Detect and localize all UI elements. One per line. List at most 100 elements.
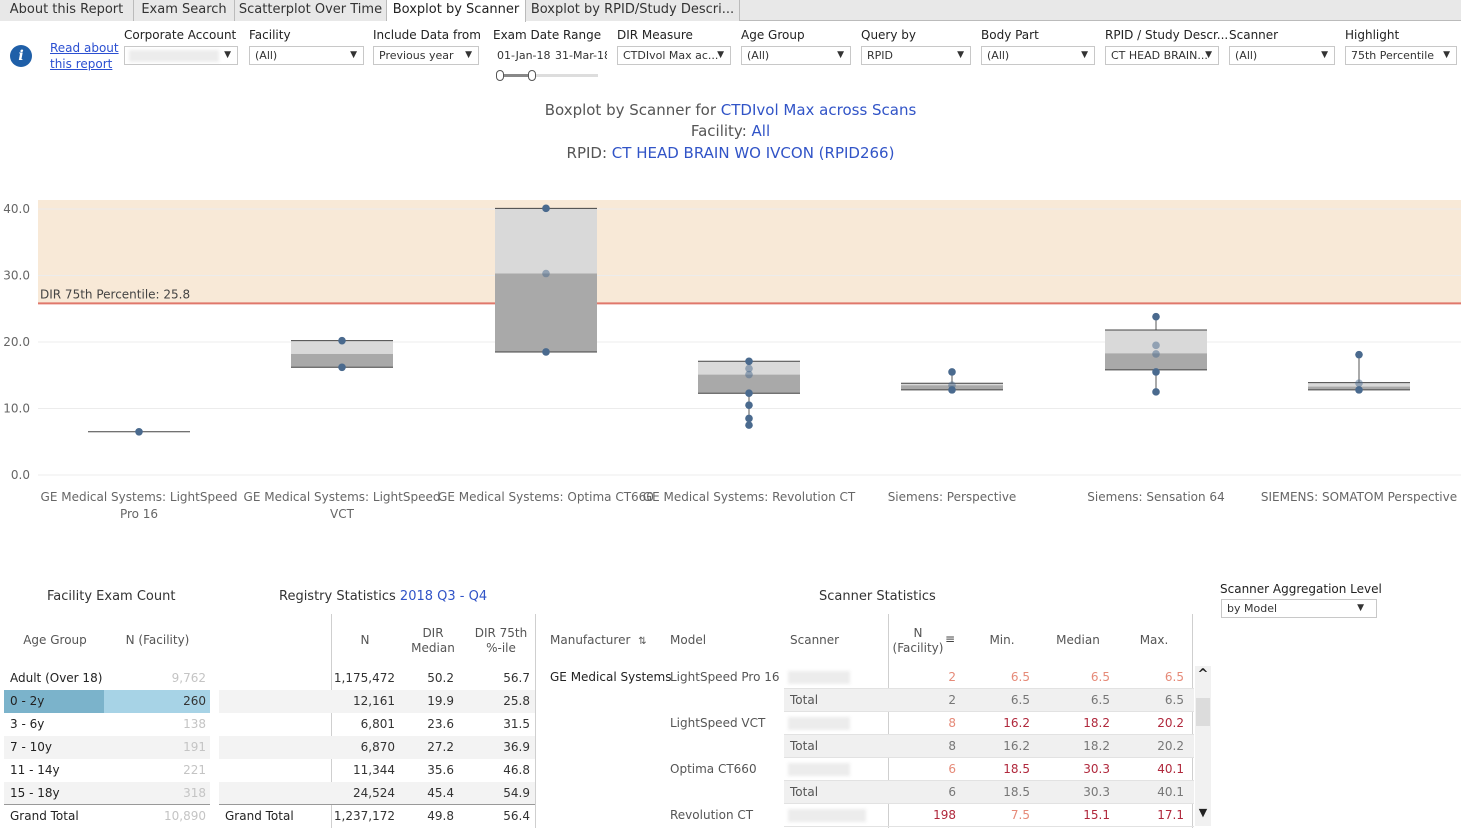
- registry-p75-cell: 36.9: [503, 740, 530, 754]
- tab-about-report[interactable]: About this Report: [0, 0, 134, 21]
- chevron-down-icon: ▼: [1081, 50, 1088, 60]
- col-header-n-facility-scanner-2: (Facility): [892, 641, 944, 655]
- chart-title-facility-value: All: [751, 122, 771, 140]
- x-category-label: GE Medical Systems: Revolution CT: [643, 490, 856, 504]
- col-header-n-facility-scanner[interactable]: N (Facility): [890, 626, 946, 656]
- y-tick-label: 30.0: [3, 269, 30, 283]
- n-facility-scanner-cell: 8: [948, 716, 956, 730]
- registry-grand-total-p75: 56.4: [503, 809, 530, 823]
- x-category-label: Siemens: Sensation 64: [1087, 490, 1224, 504]
- median-cell: 6.5: [1090, 693, 1110, 707]
- x-category-label: Pro 16: [120, 507, 158, 521]
- facility-age-row[interactable]: 15 - 18y 318: [4, 782, 210, 805]
- x-category-label: SIEMENS: SOMATOM Perspective: [1261, 490, 1457, 504]
- date-range-slider-end-handle[interactable]: [528, 70, 536, 81]
- max-cell: 6.5: [1164, 670, 1184, 684]
- data-point: [948, 368, 956, 376]
- facility-select[interactable]: (All) ▼: [249, 46, 364, 65]
- col-header-manufacturer[interactable]: Manufacturer ⇅: [550, 633, 647, 649]
- exam-date-start: 01-Jan-18: [497, 49, 551, 62]
- chevron-down-icon: ▼: [224, 50, 231, 60]
- registry-title-period: 2018 Q3 - Q4: [399, 589, 488, 604]
- model-cell: Optima CT660: [670, 762, 757, 776]
- age-group-select[interactable]: (All) ▼: [741, 46, 851, 65]
- scrollbar-thumb[interactable]: [1196, 698, 1210, 726]
- data-point: [1152, 312, 1160, 321]
- x-category-label: GE Medical Systems: LightSpeed: [41, 490, 238, 504]
- scroll-down-icon[interactable]: ▼: [1196, 804, 1210, 822]
- facility-age-row[interactable]: 3 - 6y 138: [4, 713, 210, 736]
- rpid-study-select[interactable]: CT HEAD BRAIN... ▼: [1105, 46, 1219, 65]
- scanner-table-scrollbar[interactable]: ^ ▼: [1195, 666, 1211, 826]
- facility-age-row[interactable]: 11 - 14y 221: [4, 759, 210, 782]
- chevron-down-icon: ▼: [957, 50, 964, 60]
- y-tick-label: 0.0: [11, 468, 30, 482]
- col-header-dir-75th-2: %-ile: [486, 641, 516, 655]
- chart-title-line1: Boxplot by Scanner for CTDIvol Max acros…: [0, 101, 1461, 119]
- query-by-label: Query by: [861, 28, 917, 42]
- scanner-aggregation-select[interactable]: by Model ▼: [1221, 599, 1377, 618]
- facility-age-row[interactable]: Adult (Over 18) 9,762: [4, 667, 210, 690]
- dir-measure-select[interactable]: CTDIvol Max ac... ▼: [617, 46, 731, 65]
- include-data-from-select[interactable]: Previous year ▼: [373, 46, 479, 65]
- sort-icon[interactable]: ⇅: [638, 636, 646, 647]
- facility-age-row[interactable]: 0 - 2y 260: [4, 690, 210, 713]
- body-part-select[interactable]: (All) ▼: [981, 46, 1095, 65]
- median-cell: 30.3: [1083, 762, 1110, 776]
- tab-boxplot-by-scanner[interactable]: Boxplot by Scanner: [387, 0, 526, 22]
- registry-p75-cell: 56.7: [503, 671, 530, 685]
- scanner-stat-row[interactable]: Revolution CT 198 7.5 15.1 17.1: [544, 804, 1194, 827]
- tab-exam-search[interactable]: Exam Search: [134, 0, 235, 21]
- scanner-stat-row[interactable]: LightSpeed VCT 8 16.2 18.2 20.2: [544, 712, 1194, 735]
- include-data-from-label: Include Data from: [373, 28, 481, 42]
- scanner-stat-row[interactable]: Optima CT660 6 18.5 30.3 40.1: [544, 758, 1194, 781]
- info-icon[interactable]: i: [10, 45, 32, 67]
- registry-p75-cell: 46.8: [503, 763, 530, 777]
- facility-age-row[interactable]: 7 - 10y 191: [4, 736, 210, 759]
- n-facility-scanner-cell: 2: [948, 670, 956, 684]
- chevron-down-icon: ▼: [1321, 50, 1328, 60]
- exam-date-end: 31-Mar-18: [555, 49, 607, 62]
- col-header-median: Median: [1056, 633, 1100, 647]
- scanner-stat-row[interactable]: Total 6 18.5 30.3 40.1: [544, 781, 1194, 804]
- col-header-n-facility: N (Facility): [125, 633, 190, 647]
- scanner-stat-row[interactable]: GE Medical Systems LightSpeed Pro 16 2 6.5 6…: [544, 666, 1194, 689]
- tab-scatterplot-over-time[interactable]: Scatterplot Over Time: [235, 0, 387, 21]
- max-cell: 40.1: [1157, 785, 1184, 799]
- chevron-down-icon: ▼: [465, 50, 472, 60]
- scanner-select[interactable]: (All) ▼: [1229, 46, 1335, 65]
- chart-title-rpid-value: CT HEAD BRAIN WO IVCON (RPID266): [611, 144, 895, 162]
- data-point: [1152, 341, 1160, 350]
- grand-total-label: Grand Total: [10, 809, 79, 823]
- scanner-stat-row[interactable]: Total 8 16.2 18.2 20.2: [544, 735, 1194, 758]
- query-by-select[interactable]: RPID ▼: [861, 46, 971, 65]
- read-about-link[interactable]: Read about this report: [50, 40, 119, 72]
- date-range-slider-start-handle[interactable]: [496, 70, 504, 81]
- scanner-cell: Total: [790, 693, 819, 707]
- scanner-stat-row[interactable]: Total 2 6.5 6.5 6.5: [544, 689, 1194, 712]
- read-about-line2[interactable]: this report: [50, 56, 119, 72]
- age-group-cell: Adult (Over 18): [10, 671, 103, 685]
- read-about-line1[interactable]: Read about: [50, 40, 119, 56]
- data-point: [948, 381, 956, 390]
- registry-n-cell: 24,524: [353, 786, 395, 800]
- scroll-up-icon[interactable]: ^: [1196, 666, 1210, 684]
- redacted-scanner-id: [788, 763, 850, 776]
- tab-boxplot-by-rpid[interactable]: Boxplot by RPID/Study Descri...: [526, 0, 740, 21]
- model-cell: Revolution CT: [670, 808, 754, 822]
- chevron-down-icon: ▼: [837, 50, 844, 60]
- data-point: [1355, 386, 1363, 394]
- min-cell: 16.2: [1003, 716, 1030, 730]
- row-divider: [784, 826, 1194, 827]
- min-cell: 18.5: [1003, 785, 1030, 799]
- x-category-label: Siemens: Perspective: [888, 490, 1017, 504]
- sort-descending-icon[interactable]: ≡: [945, 632, 955, 646]
- redacted-value: [129, 50, 219, 62]
- n-facility-cell: 138: [183, 717, 206, 731]
- corporate-account-select[interactable]: ▼: [124, 46, 238, 65]
- registry-row: 11,344 35.6 46.8: [219, 759, 535, 782]
- include-data-from-value: Previous year: [379, 49, 454, 62]
- body-part-value: (All): [987, 49, 1010, 62]
- registry-n-cell: 1,175,472: [333, 671, 395, 685]
- highlight-select[interactable]: 75th Percentile ▼: [1345, 46, 1457, 65]
